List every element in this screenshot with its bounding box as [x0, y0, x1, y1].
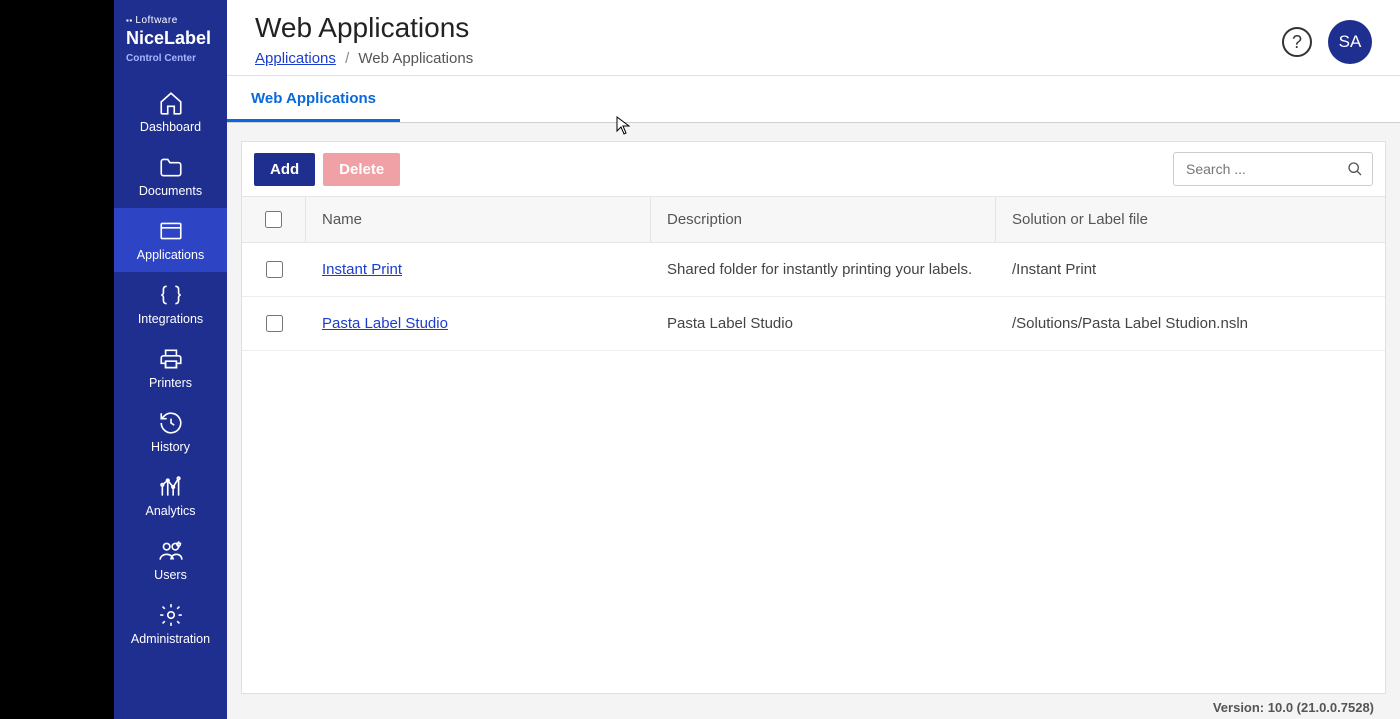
sidebar-item-integrations[interactable]: Integrations [114, 272, 227, 336]
add-button[interactable]: Add [254, 153, 315, 186]
sidebar-item-documents[interactable]: Documents [114, 144, 227, 208]
braces-icon [158, 282, 184, 308]
table-body[interactable]: Instant Print Shared folder for instantl… [242, 243, 1385, 693]
col-solution[interactable]: Solution or Label file [996, 197, 1385, 242]
app-solution: /Instant Print [996, 243, 1385, 296]
search-input[interactable] [1173, 152, 1373, 186]
brand-company: Loftware [126, 15, 219, 26]
toolbar: Add Delete [242, 142, 1385, 196]
window-icon [158, 218, 184, 244]
nav-label: Users [154, 568, 187, 582]
sidebar-item-analytics[interactable]: Analytics [114, 464, 227, 528]
table-header: Name Description Solution or Label file [242, 196, 1385, 243]
app-description: Pasta Label Studio [651, 297, 996, 350]
app-solution: /Solutions/Pasta Label Studion.nsln [996, 297, 1385, 350]
table-row: Pasta Label Studio Pasta Label Studio /S… [242, 297, 1385, 351]
help-icon[interactable]: ? [1282, 27, 1312, 57]
breadcrumb-sep: / [345, 50, 349, 67]
sidebar-item-users[interactable]: Users [114, 528, 227, 592]
breadcrumb-root[interactable]: Applications [255, 50, 336, 67]
avatar[interactable]: SA [1328, 20, 1372, 64]
sidebar-item-printers[interactable]: Printers [114, 336, 227, 400]
col-description[interactable]: Description [651, 197, 996, 242]
main-content: Web Applications Applications / Web Appl… [227, 0, 1400, 719]
sidebar-item-applications[interactable]: Applications [114, 208, 227, 272]
nav-label: Printers [149, 376, 192, 390]
app-link[interactable]: Pasta Label Studio [322, 315, 448, 332]
nav-label: Administration [131, 632, 210, 646]
sidebar-item-dashboard[interactable]: Dashboard [114, 80, 227, 144]
app-link[interactable]: Instant Print [322, 261, 402, 278]
nav-label: History [151, 440, 190, 454]
sidebar-item-administration[interactable]: Administration [114, 592, 227, 656]
panel: Add Delete Name Description Solution or … [241, 141, 1386, 694]
nav-label: Dashboard [140, 120, 201, 134]
delete-button[interactable]: Delete [323, 153, 400, 186]
app-description: Shared folder for instantly printing you… [651, 243, 996, 296]
page-title: Web Applications [255, 12, 1282, 44]
col-name[interactable]: Name [306, 197, 651, 242]
gear-icon [158, 602, 184, 628]
row-checkbox[interactable] [266, 315, 283, 332]
sidebar: Loftware NiceLabel Control Center Dashbo… [114, 0, 227, 719]
folder-icon [158, 154, 184, 180]
header: Web Applications Applications / Web Appl… [227, 0, 1400, 76]
breadcrumb-current: Web Applications [358, 50, 473, 67]
history-icon [158, 410, 184, 436]
nav-label: Analytics [145, 504, 195, 518]
select-all-checkbox[interactable] [265, 211, 282, 228]
users-icon [158, 538, 184, 564]
analytics-icon [158, 474, 184, 500]
left-black-bar [0, 0, 114, 719]
logo: Loftware NiceLabel Control Center [114, 0, 227, 74]
printer-icon [158, 346, 184, 372]
nav-label: Applications [137, 248, 204, 262]
version-footer: Version: 10.0 (21.0.0.7528) [241, 694, 1386, 719]
tab-web-applications[interactable]: Web Applications [227, 76, 400, 122]
applications-table: Name Description Solution or Label file … [242, 196, 1385, 693]
breadcrumb: Applications / Web Applications [255, 50, 1282, 67]
sidebar-item-history[interactable]: History [114, 400, 227, 464]
home-icon [158, 90, 184, 116]
table-row: Instant Print Shared folder for instantl… [242, 243, 1385, 297]
row-checkbox[interactable] [266, 261, 283, 278]
tabs: Web Applications [227, 76, 1400, 123]
nav-label: Integrations [138, 312, 203, 326]
brand-product: NiceLabel [126, 28, 219, 49]
nav-label: Documents [139, 184, 202, 198]
brand-sub: Control Center [126, 53, 219, 64]
